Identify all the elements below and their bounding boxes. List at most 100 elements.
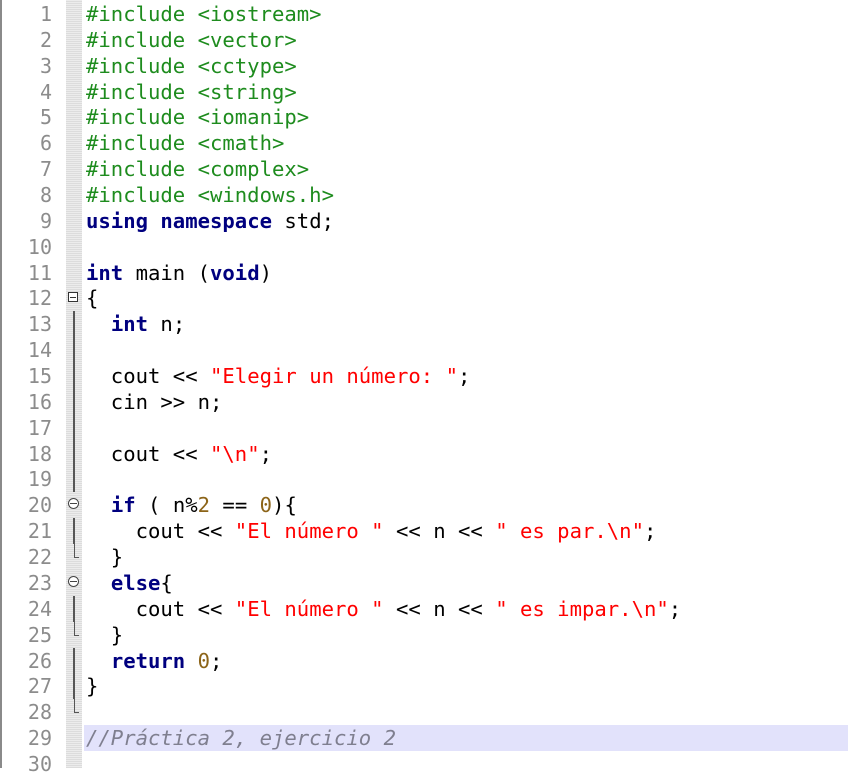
code-line[interactable]: 3 #include <cctype> <box>2 53 848 79</box>
number-token: 0 <box>259 493 273 518</box>
code-text[interactable]: #include <vector> <box>84 27 848 53</box>
code-line[interactable]: 29 //Práctica 2, ejercicio 2 <box>2 725 848 752</box>
code-text[interactable]: } <box>84 673 848 699</box>
code-line[interactable]: 24 cout << "El número " << n << " es imp… <box>2 595 848 622</box>
code-line[interactable]: 2 #include <vector> <box>2 27 848 53</box>
code-text[interactable]: #include <complex> <box>84 156 848 182</box>
code-text[interactable] <box>84 337 848 363</box>
line-number: 25 <box>27 622 52 647</box>
code-line[interactable]: 27} <box>2 673 848 700</box>
keyword-token: return <box>110 648 186 673</box>
code-line[interactable]: 25 } <box>2 621 848 648</box>
code-text[interactable] <box>84 751 848 777</box>
line-number: 5 <box>39 105 52 130</box>
code-line[interactable]: 11 int main (void) <box>2 260 848 286</box>
code-text[interactable]: if ( n%2 == 0){ <box>84 492 848 518</box>
code-line[interactable]: 20 if ( n%2 == 0){ <box>2 492 848 518</box>
code-line[interactable]: 14 <box>2 337 848 364</box>
keyword-token: namespace <box>160 208 272 233</box>
keyword-token: void <box>210 260 260 285</box>
code-text[interactable]: int n; <box>84 311 848 337</box>
code-text[interactable]: } <box>84 622 848 648</box>
code-text[interactable] <box>84 234 848 260</box>
code-line[interactable]: 28 <box>2 699 848 725</box>
code-line[interactable]: 16 cin >> n; <box>2 388 848 415</box>
string-token: "El número " <box>234 596 384 621</box>
code-text[interactable]: int main (void) <box>84 260 848 286</box>
code-line[interactable]: 1 #include <iostream> <box>2 1 848 27</box>
code-line[interactable]: 26 return 0; <box>2 647 848 674</box>
number-token: 0 <box>197 648 211 673</box>
code-text[interactable]: cout << "El número " << n << " es par.\n… <box>84 518 848 544</box>
fold-collapse-box-icon[interactable] <box>68 292 78 303</box>
fold-collapse-circle-icon[interactable] <box>68 575 79 587</box>
code-line[interactable]: 23 else{ <box>2 570 848 596</box>
keyword-token: if <box>110 493 136 518</box>
code-text[interactable]: { <box>84 285 848 311</box>
code-token: } <box>86 674 99 699</box>
fold-line-icon <box>73 518 75 545</box>
code-text[interactable] <box>84 699 848 725</box>
code-text[interactable]: using namespace std; <box>84 208 848 234</box>
line-number: 17 <box>27 415 52 440</box>
preprocessor-token: #include <vector> <box>86 27 297 52</box>
line-number: 4 <box>39 79 52 104</box>
code-text[interactable]: //Práctica 2, ejercicio 2 <box>84 725 848 752</box>
code-line[interactable]: 12 { <box>2 285 848 311</box>
code-text[interactable]: #include <cmath> <box>84 130 848 156</box>
code-line[interactable]: 5 #include <iomanip> <box>2 104 848 130</box>
code-line[interactable]: 7 #include <complex> <box>2 156 848 182</box>
fold-line-icon <box>73 337 75 364</box>
code-text[interactable]: } <box>84 544 848 570</box>
code-token: } <box>86 622 124 647</box>
code-token: cout << <box>86 441 210 466</box>
fold-line-icon <box>73 673 75 700</box>
code-line[interactable]: 19 <box>2 466 848 493</box>
code-line[interactable]: 10 <box>2 234 848 260</box>
code-text[interactable]: #include <cctype> <box>84 53 848 79</box>
string-token: "\n" <box>210 441 260 466</box>
code-text[interactable]: #include <windows.h> <box>84 182 848 208</box>
line-number: 27 <box>27 674 52 699</box>
code-line[interactable]: 30 <box>2 751 848 777</box>
code-text[interactable]: cout << "\n"; <box>84 441 848 467</box>
code-text[interactable]: cout << "Elegir un número: "; <box>84 363 848 389</box>
code-text[interactable] <box>84 415 848 441</box>
line-number: 20 <box>27 493 52 518</box>
code-text[interactable]: cout << "El número " << n << " es impar.… <box>84 596 848 622</box>
line-number: 29 <box>27 726 52 751</box>
code-line[interactable]: 17 <box>2 414 848 441</box>
code-text[interactable]: cin >> n; <box>84 389 848 415</box>
code-line[interactable]: 6 #include <cmath> <box>2 130 848 156</box>
code-line[interactable]: 22 } <box>2 544 848 570</box>
fold-collapse-circle-icon[interactable] <box>68 498 79 510</box>
code-line[interactable]: 15 cout << "Elegir un número: "; <box>2 363 848 390</box>
code-token: cout << <box>86 596 235 621</box>
code-text[interactable] <box>84 466 848 492</box>
code-text[interactable]: return 0; <box>84 648 848 674</box>
code-text[interactable]: #include <iostream> <box>84 1 848 27</box>
code-line[interactable]: 8 #include <windows.h> <box>2 182 848 208</box>
fold-line-icon <box>73 466 75 493</box>
code-line[interactable]: 9 using namespace std; <box>2 208 848 234</box>
fold-end-marker-icon <box>74 621 79 636</box>
code-token: cout << <box>86 364 210 389</box>
line-number: 10 <box>27 234 52 259</box>
line-number: 3 <box>39 53 52 78</box>
code-line[interactable]: 21 cout << "El número " << n << " es par… <box>2 518 848 545</box>
code-line[interactable]: 4 #include <string> <box>2 79 848 105</box>
line-number: 16 <box>27 389 52 414</box>
keyword-token: int <box>86 260 124 285</box>
code-line[interactable]: 18 cout << "\n"; <box>2 440 848 467</box>
line-number: 2 <box>39 27 52 52</box>
code-token: n; <box>148 312 186 337</box>
comment-token: //Práctica 2, ejercicio 2 <box>86 726 396 751</box>
code-text[interactable]: else{ <box>84 570 848 596</box>
code-token: ( n% <box>135 493 198 518</box>
code-editor[interactable]: 1 #include <iostream> 2 #include <vector> 3 #… <box>0 0 848 776</box>
code-line[interactable]: 13 int n; <box>2 311 848 338</box>
code-text[interactable]: #include <iomanip> <box>84 104 848 130</box>
code-text[interactable]: #include <string> <box>84 79 848 105</box>
